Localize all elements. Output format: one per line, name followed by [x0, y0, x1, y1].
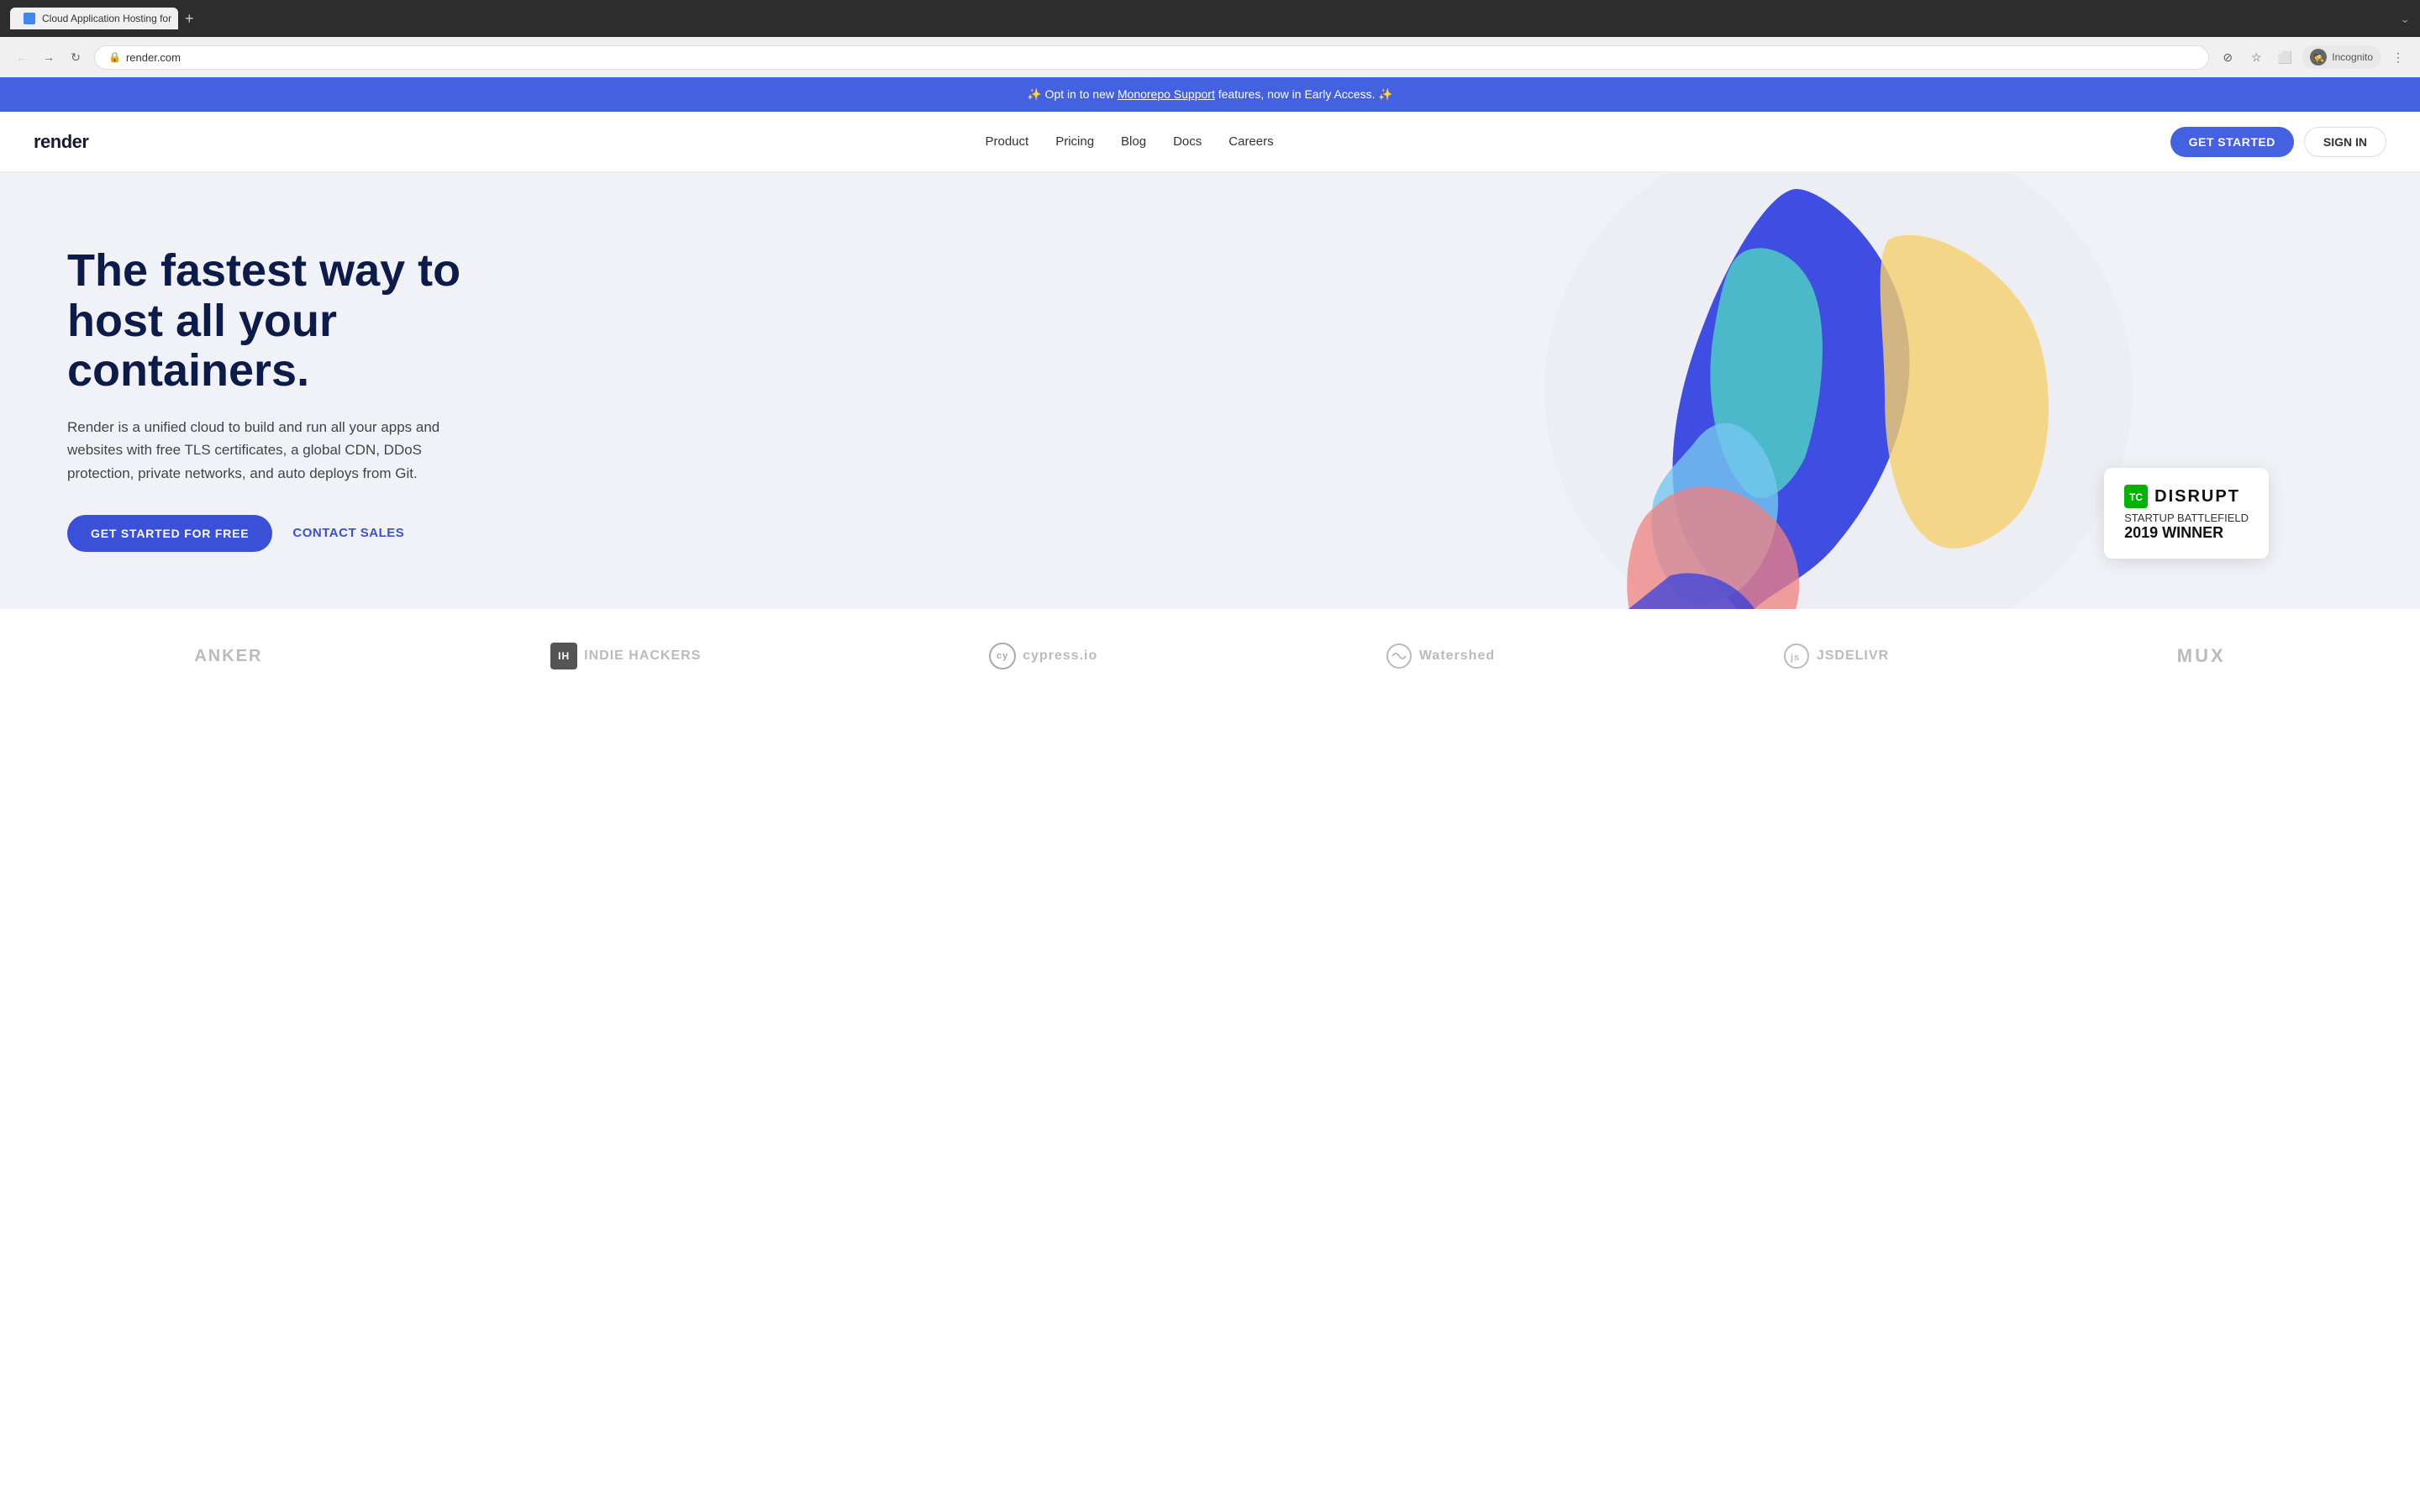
disrupt-winner: 2019 WINNER	[2124, 524, 2249, 542]
banner-link[interactable]: Monorepo Support	[1118, 87, 1215, 101]
nav-careers[interactable]: Careers	[1228, 134, 1273, 149]
nav-pricing[interactable]: Pricing	[1055, 134, 1094, 149]
nav-links: Product Pricing Blog Docs Careers	[985, 134, 1273, 149]
jsdelivr-label: JSDELIVR	[1817, 648, 1889, 664]
indie-hackers-label: INDIE HACKERS	[584, 648, 701, 664]
nav-product[interactable]: Product	[985, 134, 1028, 149]
svg-text:TC: TC	[2129, 491, 2143, 503]
browser-chrome: Cloud Application Hosting for ✕ + ⌄	[0, 0, 2420, 37]
tab-title: Cloud Application Hosting for	[42, 13, 171, 24]
browser-right-icons: ⊘ ☆ ⬜ 🕵 Incognito ⋮	[2216, 45, 2410, 69]
disrupt-subtitle: STARTUP BATTLEFIELD	[2124, 512, 2249, 524]
browser-nav-bar: ← → ↻ 🔒 render.com ⊘ ☆ ⬜ 🕵 Incognito ⋮	[0, 37, 2420, 77]
tab-bar: Cloud Application Hosting for ✕ +	[10, 8, 197, 29]
hero-contact-sales-button[interactable]: CONTACT SALES	[292, 526, 404, 540]
logo-jsdelivr: js JSDELIVR	[1783, 643, 1889, 669]
nav-blog[interactable]: Blog	[1121, 134, 1146, 149]
nav-actions: GET STARTED SIGN IN	[2170, 127, 2386, 157]
cypress-label: cypress.io	[1023, 648, 1097, 664]
nav-buttons: ← → ↻	[10, 45, 87, 69]
incognito-badge: 🕵 Incognito	[2302, 45, 2381, 69]
site-banner: ✨ Opt in to new Monorepo Support feature…	[0, 77, 2420, 112]
cypress-icon: cy	[989, 643, 1016, 669]
mux-label: MUX	[2177, 645, 2226, 667]
hero-get-started-button[interactable]: GET STARTED FOR FREE	[67, 515, 272, 552]
logo-anker: ANKER	[194, 647, 262, 666]
forward-button[interactable]: →	[37, 45, 60, 69]
disrupt-icon: TC	[2124, 485, 2148, 508]
jsdelivr-icon: js	[1783, 643, 1810, 669]
reload-button[interactable]: ↻	[64, 45, 87, 69]
tab-grid-icon[interactable]: ⬜	[2273, 45, 2296, 69]
nav-get-started-button[interactable]: GET STARTED	[2170, 127, 2294, 157]
back-button[interactable]: ←	[10, 45, 34, 69]
lock-icon: 🔒	[108, 51, 121, 63]
expand-icon: ⌄	[2400, 12, 2410, 26]
watershed-label: Watershed	[1419, 648, 1495, 664]
hero-content: The fastest way to host all your contain…	[67, 246, 555, 552]
logo-mux: MUX	[2177, 645, 2226, 667]
nav-docs[interactable]: Docs	[1173, 134, 1202, 149]
site-logo[interactable]: render	[34, 131, 88, 153]
hero-subtitle: Render is a unified cloud to build and r…	[67, 416, 471, 485]
tab-favicon	[24, 13, 35, 24]
nav-sign-in-button[interactable]: SIGN IN	[2304, 127, 2386, 157]
camera-icon[interactable]: ⊘	[2216, 45, 2239, 69]
logo-indie-hackers: IH INDIE HACKERS	[550, 643, 701, 669]
banner-text-after: features, now in Early Access. ✨	[1215, 87, 1393, 101]
site-nav: render Product Pricing Blog Docs Careers…	[0, 112, 2420, 172]
anker-label: ANKER	[194, 647, 262, 666]
incognito-avatar: 🕵	[2310, 49, 2327, 66]
active-tab[interactable]: Cloud Application Hosting for ✕	[10, 8, 178, 29]
disrupt-logo: TC DISRUPT	[2124, 485, 2249, 508]
svg-text:js: js	[1790, 653, 1800, 663]
logos-section: ANKER IH INDIE HACKERS cy cypress.io Wat…	[0, 609, 2420, 703]
logo-watershed: Watershed	[1386, 643, 1495, 669]
incognito-label: Incognito	[2332, 51, 2373, 63]
disrupt-badge: TC DISRUPT STARTUP BATTLEFIELD 2019 WINN…	[2104, 468, 2269, 559]
banner-text-before: ✨ Opt in to new	[1027, 87, 1118, 101]
menu-button[interactable]: ⋮	[2386, 45, 2410, 69]
url-text: render.com	[126, 51, 181, 64]
hero-actions: GET STARTED FOR FREE CONTACT SALES	[67, 515, 555, 552]
hero-section: The fastest way to host all your contain…	[0, 172, 2420, 609]
new-tab-button[interactable]: +	[182, 10, 197, 28]
address-bar[interactable]: 🔒 render.com	[94, 45, 2209, 70]
disrupt-name: DISRUPT	[2154, 487, 2240, 507]
indie-hackers-icon: IH	[550, 643, 577, 669]
bookmark-icon[interactable]: ☆	[2244, 45, 2268, 69]
hero-title: The fastest way to host all your contain…	[67, 246, 555, 396]
watershed-icon	[1386, 643, 1413, 669]
logo-cypress: cy cypress.io	[989, 643, 1097, 669]
